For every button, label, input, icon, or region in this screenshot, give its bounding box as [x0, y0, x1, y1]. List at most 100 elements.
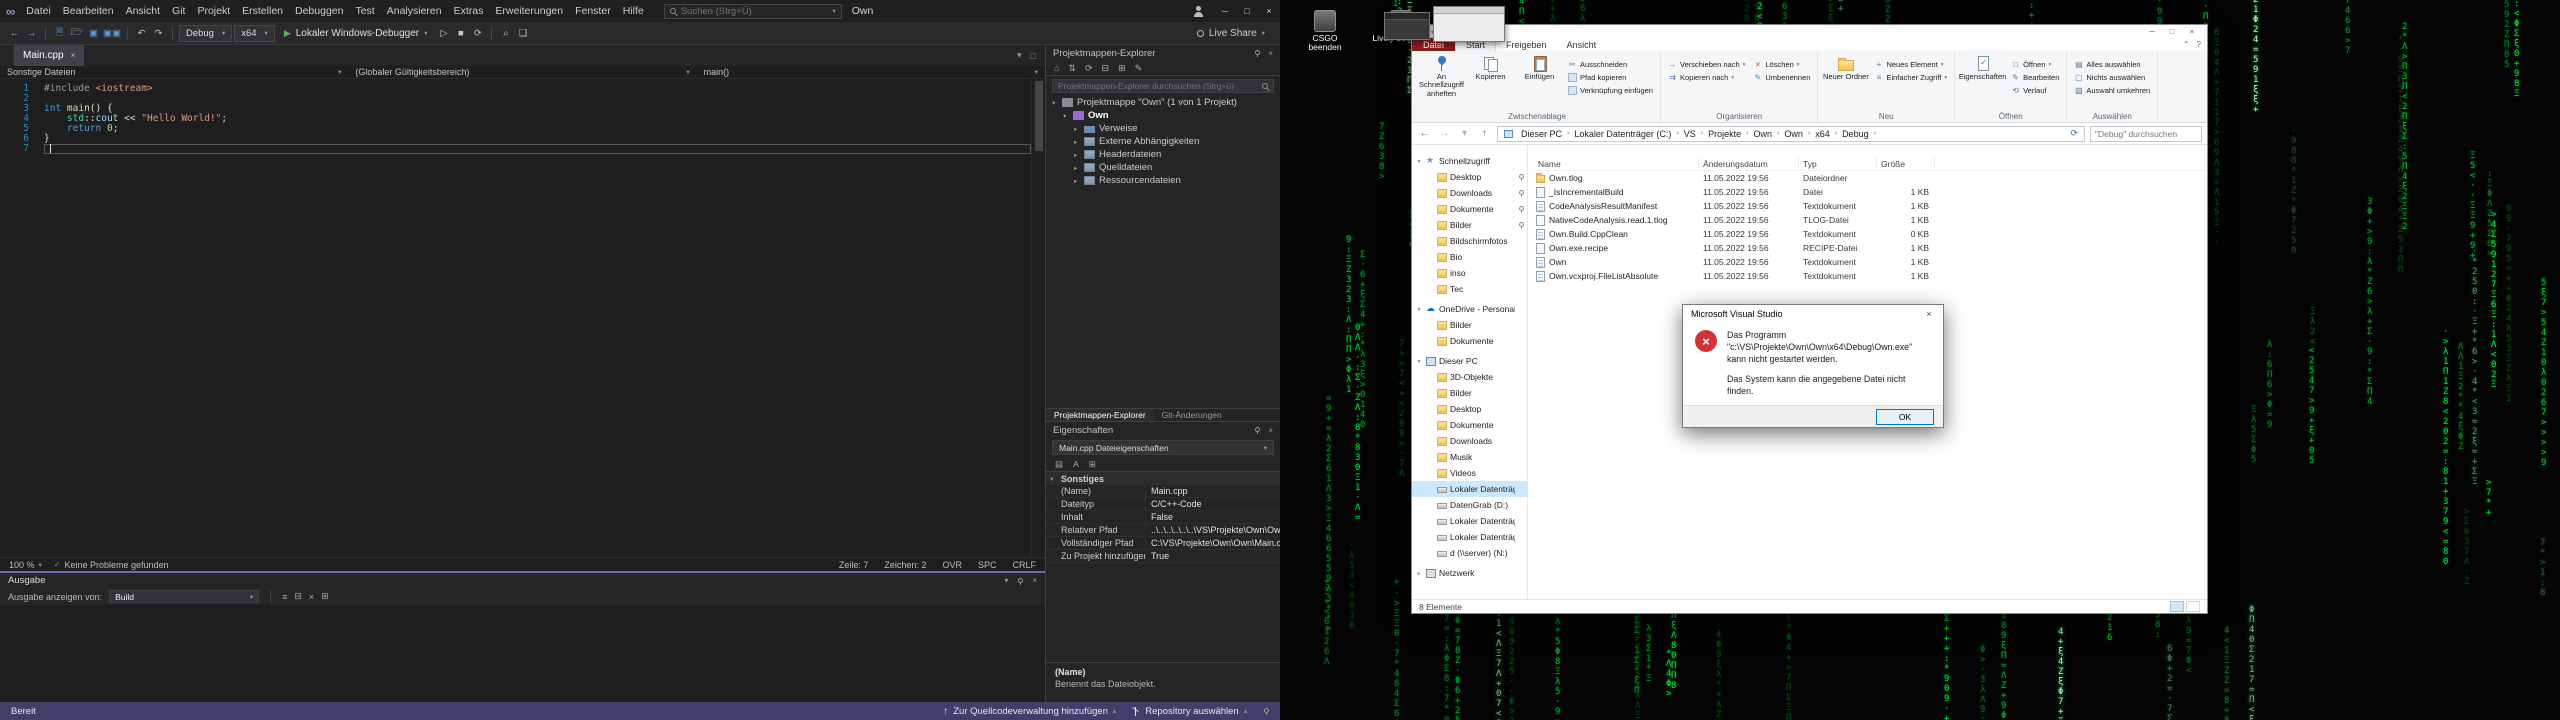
expand-arrow-icon[interactable]: ▾	[1052, 99, 1062, 107]
copy-path-button[interactable]: Pfad kopieren	[1565, 71, 1656, 84]
tree-item[interactable]: ▾ Own	[1046, 109, 1280, 122]
file-row[interactable]: CodeAnalysisResultManifest 11.05.2022 19…	[1534, 199, 2207, 213]
sidebar-item[interactable]: inso	[1412, 265, 1527, 281]
menu-item[interactable]: Ansicht	[120, 0, 166, 22]
menu-item[interactable]: Bearbeiten	[57, 0, 120, 22]
property-value[interactable]: ..\..\..\..\..\..\VS\Projekte\Own\Own\Ma…	[1146, 524, 1280, 536]
tree-item[interactable]: ▸ Headerdateien	[1046, 148, 1280, 161]
property-category[interactable]: Sonstiges	[1046, 472, 1280, 485]
expand-arrow-icon[interactable]: ▸	[1074, 125, 1084, 133]
new-file-icon[interactable]: 🗎	[52, 25, 67, 41]
line-ending-indicator[interactable]: CRLF	[1012, 560, 1036, 570]
menu-item[interactable]: Erweiterungen	[489, 0, 569, 22]
code-line[interactable]: 6}	[0, 134, 1031, 144]
breadcrumb-segment[interactable]: Debug ›	[1838, 127, 1877, 141]
property-pages-icon[interactable]: ⊞	[1089, 459, 1096, 470]
breadcrumb-member-dropdown[interactable]: main() ▾	[697, 66, 1045, 78]
sidebar-item[interactable]: ▾ Dieser PC	[1412, 353, 1527, 369]
forward-button[interactable]: →	[1437, 126, 1452, 141]
file-row[interactable]: NativeCodeAnalysis.read.1.tlog 11.05.202…	[1534, 213, 2207, 227]
menu-item[interactable]: Test	[349, 0, 380, 22]
vs-search-box[interactable]: ▾	[663, 3, 842, 19]
details-view-button[interactable]	[2170, 601, 2184, 612]
sidebar-item[interactable]: Lokaler Datenträger	[1412, 513, 1527, 529]
navigate-back-icon[interactable]: ←	[7, 25, 22, 41]
add-to-source-control-button[interactable]: ↑ Zur Quellcodeverwaltung hinzufügen ▴	[944, 706, 1117, 717]
ribbon-tab[interactable]: Ansicht	[1557, 38, 1607, 51]
sidebar-item[interactable]: Dokumente	[1412, 333, 1527, 349]
maximize-button[interactable]: □	[1236, 0, 1258, 22]
maximize-button[interactable]: □	[2162, 25, 2182, 38]
edit-button[interactable]: ✎ Bearbeiten	[2008, 71, 2062, 84]
start-debugging-button[interactable]: ▶ Lokaler Windows-Debugger ▾	[277, 25, 435, 42]
document-health-indicator[interactable]: ✓ Keine Probleme gefunden	[54, 560, 169, 570]
scroll-lock-icon[interactable]: ⊞	[321, 591, 329, 602]
close-button[interactable]: ×	[1258, 0, 1280, 22]
switch-views-icon[interactable]: ⇅	[1068, 63, 1076, 74]
expand-arrow-icon[interactable]: ▾	[1415, 306, 1423, 313]
editor-scrollbar[interactable]	[1031, 79, 1045, 557]
property-row[interactable]: (Name) Main.cpp	[1046, 485, 1280, 498]
pin-icon[interactable]	[1254, 50, 1261, 57]
sidebar-item[interactable]: Dokumente	[1412, 201, 1527, 217]
tree-item[interactable]: ▸ Quelldateien	[1046, 161, 1280, 174]
refresh-icon[interactable]: ⟳	[470, 25, 485, 41]
property-row[interactable]: Inhalt False	[1046, 511, 1280, 524]
output-source-dropdown[interactable]: Build ▾	[109, 590, 260, 603]
close-tab-icon[interactable]: ×	[71, 51, 76, 60]
tab-git-changes[interactable]: Git-Änderungen	[1154, 409, 1230, 421]
ribbon-tab[interactable]: Freigeben	[1496, 38, 1557, 51]
save-all-icon[interactable]: ▣▣	[103, 25, 121, 41]
overwrite-indicator[interactable]: OVR	[942, 560, 962, 570]
up-button[interactable]: ↑	[1477, 126, 1492, 141]
document-tab[interactable]: Main.cpp ×	[14, 45, 85, 66]
menu-item[interactable]: Hilfe	[617, 0, 650, 22]
sidebar-item[interactable]: 3D-Objekte	[1412, 369, 1527, 385]
expand-arrow-icon[interactable]: ▸	[1074, 138, 1084, 146]
ok-button[interactable]: OK	[1876, 408, 1934, 425]
messages-icon[interactable]: ≡	[282, 592, 287, 602]
search-input[interactable]	[680, 5, 828, 17]
open-button[interactable]: □ Öffnen ▾	[2008, 58, 2062, 71]
code-line[interactable]: 1 #include <iostream>	[0, 84, 1031, 94]
spaces-indicator[interactable]: SPC	[978, 560, 997, 570]
menu-item[interactable]: Datei	[20, 0, 57, 22]
sidebar-item[interactable]: Musik	[1412, 449, 1527, 465]
property-value[interactable]: C/C++-Code	[1146, 498, 1280, 510]
configuration-dropdown[interactable]: Debug ▾	[178, 24, 233, 42]
sidebar-item[interactable]: Desktop	[1412, 169, 1527, 185]
file-row[interactable]: Own.vcxproj.FileListAbsolute 11.05.2022 …	[1534, 269, 2207, 283]
tree-item[interactable]: ▾ Projektmappe "Own" (1 von 1 Projekt)	[1046, 96, 1280, 109]
breadcrumb-project-dropdown[interactable]: Sonstige Dateien ▾	[0, 66, 348, 78]
new-item-button[interactable]: + Neues Element ▾	[1871, 58, 1950, 71]
expand-arrow-icon[interactable]: ▸	[1074, 164, 1084, 172]
column-header[interactable]: Typ	[1799, 157, 1877, 170]
close-panel-icon[interactable]: ×	[1032, 576, 1037, 585]
sidebar-item[interactable]: Videos	[1412, 465, 1527, 481]
property-value[interactable]: True	[1146, 550, 1280, 562]
column-header[interactable]: Änderungsdatum	[1699, 157, 1799, 170]
mini-window[interactable]	[1384, 12, 1430, 40]
property-row[interactable]: Relativer Pfad ..\..\..\..\..\..\VS\Proj…	[1046, 524, 1280, 537]
stop-icon[interactable]: ■	[453, 25, 468, 41]
tab-solution-explorer[interactable]: Projektmappen-Explorer	[1046, 409, 1154, 421]
expand-arrow-icon[interactable]: ▸	[1074, 151, 1084, 159]
sidebar-item[interactable]: ▸ Netzwerk	[1412, 565, 1527, 581]
sidebar-item[interactable]: Lokaler Datenträger	[1412, 529, 1527, 545]
property-row[interactable]: Zu Projekt hinzufügen True	[1046, 550, 1280, 563]
explorer-search-input[interactable]	[2095, 128, 2197, 139]
menu-item[interactable]: Fenster	[569, 0, 617, 22]
menu-item[interactable]: Projekt	[191, 0, 236, 22]
sidebar-item[interactable]: Bildschirmfotos	[1412, 233, 1527, 249]
thumbnail-view-button[interactable]	[2186, 601, 2200, 612]
back-button[interactable]: ←	[1417, 126, 1432, 141]
column-indicator[interactable]: Zeichen: 2	[884, 560, 926, 570]
sidebar-item[interactable]: DatenGrab (D:)	[1412, 497, 1527, 513]
properties-object-dropdown[interactable]: Main.cpp Dateieigenschaften ▾	[1052, 440, 1274, 455]
expand-arrow-icon[interactable]: ▾	[1063, 112, 1073, 120]
move-to-button[interactable]: → Verschieben nach ▾	[1665, 58, 1748, 71]
minimize-button[interactable]: ─	[2142, 25, 2162, 38]
file-row[interactable]: Own.Build.CppClean 11.05.2022 19:56 Text…	[1534, 227, 2207, 241]
solution-search-box[interactable]	[1052, 79, 1274, 93]
solution-search-input[interactable]	[1058, 81, 1258, 91]
